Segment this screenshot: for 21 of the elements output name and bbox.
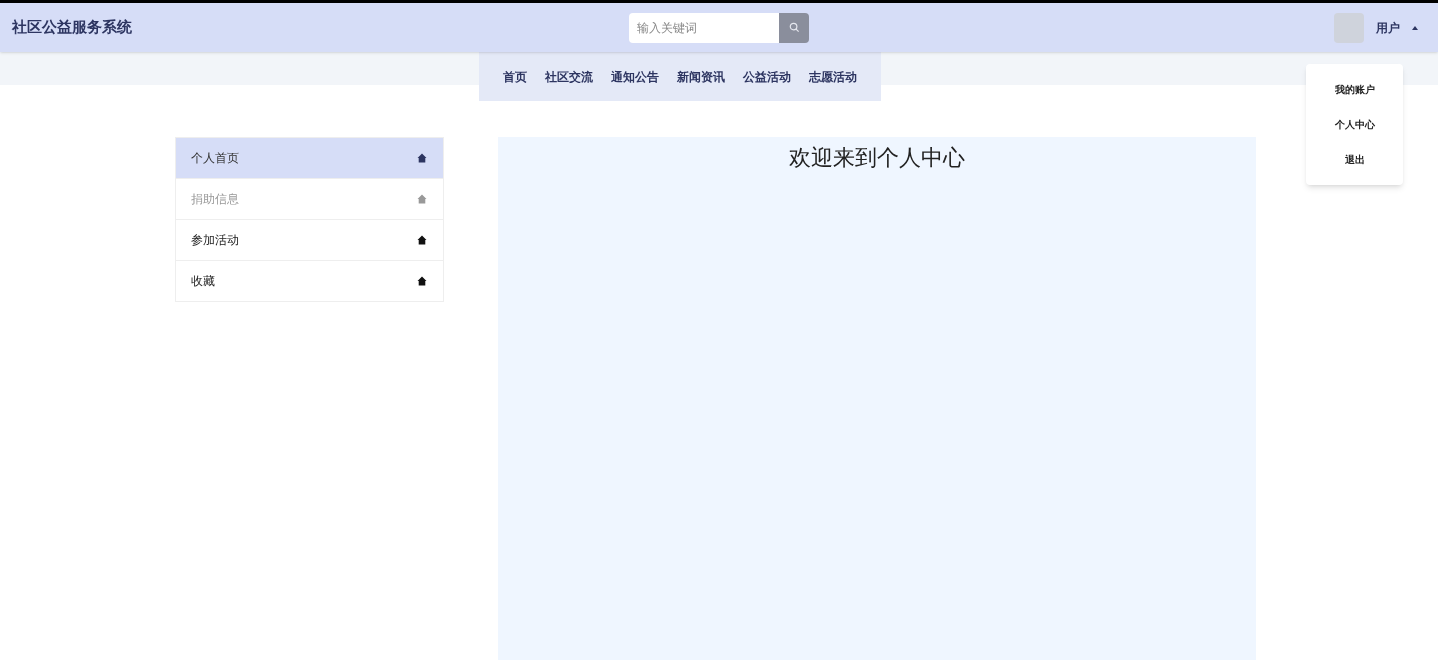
home-icon — [417, 235, 427, 245]
nav-link[interactable]: 志愿活动 — [809, 67, 857, 86]
nav-link[interactable]: 公益活动 — [743, 67, 791, 86]
home-icon — [417, 194, 427, 204]
nav-link[interactable]: 首页 — [503, 67, 527, 86]
nav-link[interactable]: 社区交流 — [545, 67, 593, 86]
dropdown-item[interactable]: 个人中心 — [1334, 107, 1375, 142]
welcome-heading: 欢迎来到个人中心 — [789, 144, 965, 171]
search-field[interactable]: 输入关键词 — [629, 12, 779, 43]
nav-link[interactable]: 新闻资讯 — [677, 67, 725, 86]
user-menu-button[interactable]: 用户 — [1376, 18, 1418, 37]
home-icon — [417, 276, 427, 286]
home-icon — [417, 153, 427, 163]
search-button[interactable] — [779, 12, 809, 43]
dropdown-item[interactable]: 我的账户 — [1334, 72, 1375, 107]
sidebar-item[interactable]: 个人首页 — [176, 138, 443, 179]
nav-link[interactable]: 通知公告 — [611, 67, 659, 86]
site-title: 社区公益服务系统 — [12, 17, 133, 39]
search-icon — [788, 22, 800, 33]
caret-icon — [1412, 25, 1418, 30]
dropdown-item[interactable]: 退出 — [1344, 142, 1365, 177]
